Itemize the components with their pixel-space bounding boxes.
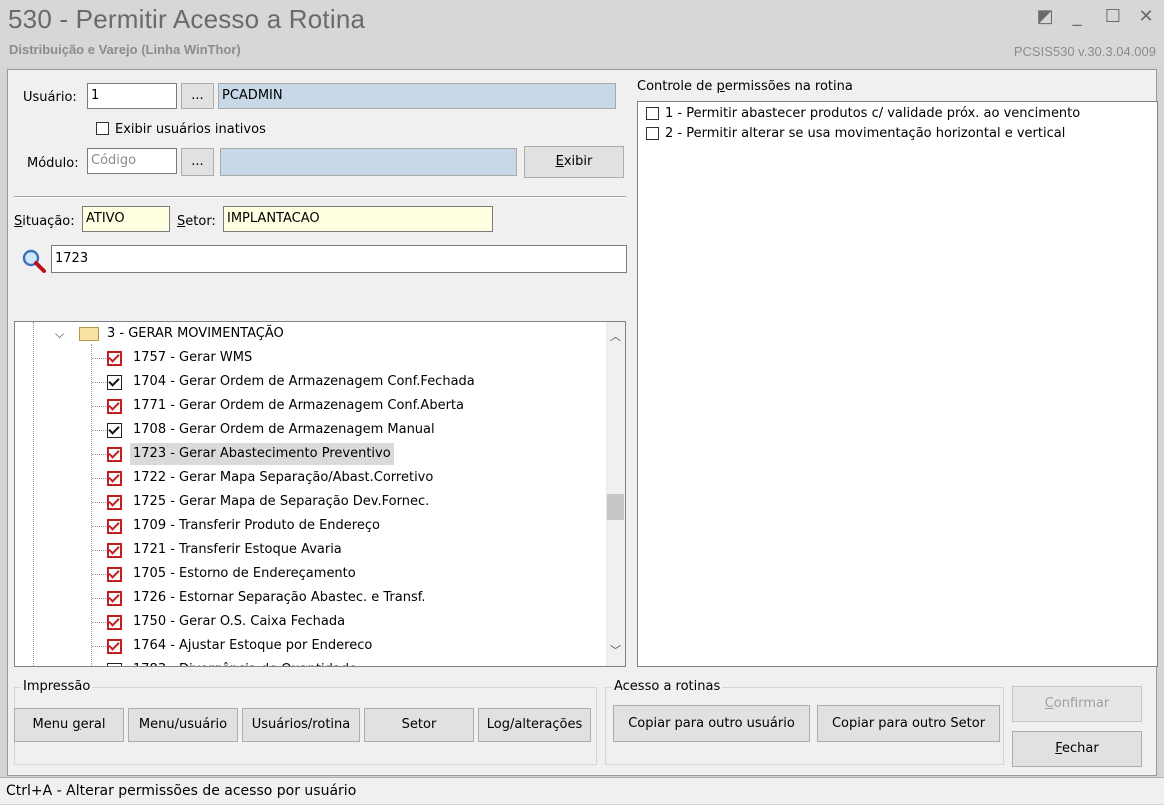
permission-item[interactable]: 1 - Permitir abastecer produtos c/ valid… (646, 104, 1080, 124)
access-group-title: Acesso a rotinas (612, 679, 723, 694)
tree-connector (92, 574, 106, 575)
tree-item-checkbox[interactable] (107, 519, 122, 534)
situation-field: ATIVO (82, 206, 170, 232)
tree-item-checkbox[interactable] (107, 615, 122, 630)
scroll-down-icon[interactable]: ﹀ (610, 642, 621, 658)
search-input[interactable]: 1723 (51, 245, 627, 273)
tree-item-checkbox[interactable] (107, 495, 122, 510)
setor-button[interactable]: Setor (364, 708, 474, 742)
permission-checkbox[interactable] (646, 107, 659, 120)
minimize-icon[interactable]: _ (1065, 6, 1089, 27)
user-name-field: PCADMIN (218, 83, 616, 109)
tree-item-label: 1722 - Gerar Mapa Separação/Abast.Corret… (133, 470, 434, 485)
tree-connector (92, 430, 106, 431)
tree-item-checkbox[interactable] (107, 351, 122, 366)
tree-connector (92, 526, 106, 527)
copy-to-sector-button[interactable]: Copiar para outro Setor (817, 705, 1000, 742)
tree-connector (92, 646, 106, 647)
tree-line (33, 322, 34, 666)
tree-scrollbar[interactable]: ︿ ﹀ (606, 322, 625, 666)
tree-item-label: 1750 - Gerar O.S. Caixa Fechada (133, 614, 346, 629)
show-button[interactable]: Exibir (524, 146, 624, 178)
tree-connector (92, 622, 106, 623)
maximize-icon[interactable]: ☐ (1101, 6, 1125, 27)
tree-item-checkbox[interactable] (107, 423, 122, 438)
scrollbar-thumb[interactable] (607, 494, 624, 520)
show-inactive-label: Exibir usuários inativos (115, 122, 266, 137)
sector-label: Setor: (177, 214, 216, 229)
tree-connector (92, 478, 106, 479)
tree-item-label: 1704 - Gerar Ordem de Armazenagem Conf.F… (133, 374, 475, 389)
user-code-input[interactable]: 1 (87, 83, 177, 109)
chevron-down-icon[interactable]: ⌵ (55, 322, 64, 346)
close-icon[interactable]: ✕ (1134, 6, 1158, 27)
module-name-field (220, 148, 517, 176)
folder-icon (79, 327, 99, 341)
close-button[interactable]: Fechar (1012, 731, 1142, 767)
tree-item-label: 1705 - Estorno de Endereçamento (133, 566, 356, 581)
menu-geral-button[interactable]: Menu geral (14, 708, 124, 742)
tree-item-checkbox[interactable] (107, 567, 122, 582)
permission-checkbox[interactable] (646, 127, 659, 140)
sector-field: IMPLANTACAO (223, 206, 493, 232)
restore-icon[interactable]: ◩ (1033, 6, 1057, 27)
tree-item-checkbox[interactable] (107, 639, 122, 654)
tree-connector (92, 406, 106, 407)
tree-connector (92, 358, 106, 359)
tree-item-label: 1764 - Ajustar Estoque por Endereco (133, 638, 373, 653)
tree-item-label: 1723 - Gerar Abastecimento Preventivo (130, 443, 394, 465)
tree-item-checkbox[interactable] (107, 591, 122, 606)
version-label: PCSIS530 v.30.3.04.009 (1013, 44, 1156, 59)
tree-item-checkbox[interactable] (107, 399, 122, 414)
tree-item-label: 1726 - Estornar Separação Abastec. e Tra… (133, 590, 426, 605)
tree-connector (92, 502, 106, 503)
confirm-button[interactable]: Confirmar (1012, 686, 1142, 722)
module-code-input[interactable]: Código (87, 148, 177, 174)
tree-folder-label: 3 - GERAR MOVIMENTAÇÃO (107, 326, 284, 341)
module-lookup-button[interactable]: ... (181, 148, 214, 176)
tree-connector (92, 550, 106, 551)
permissions-list[interactable]: 1 - Permitir abastecer produtos c/ valid… (637, 101, 1158, 667)
tree-item-label: 1757 - Gerar WMS (133, 350, 253, 365)
routine-tree[interactable]: ⌵ 3 - GERAR MOVIMENTAÇÃO 1757 - Gerar WM… (14, 321, 626, 667)
module-placeholder: Código (91, 153, 137, 168)
permission-label: 1 - Permitir abastecer produtos c/ valid… (665, 106, 1081, 121)
show-inactive-checkbox[interactable] (96, 122, 109, 135)
tree-item-label: 1721 - Transferir Estoque Avaria (133, 542, 342, 557)
search-icon[interactable] (20, 248, 48, 274)
tree-item-checkbox[interactable] (107, 663, 122, 666)
tree-item-label: 1725 - Gerar Mapa de Separação Dev.Forne… (133, 494, 430, 509)
show-button-label: xibir (563, 154, 593, 169)
copy-to-user-button[interactable]: Copiar para outro usuário (613, 705, 810, 742)
user-lookup-button[interactable]: ... (181, 83, 214, 109)
permission-label: 2 - Permitir alterar se usa movimentação… (665, 126, 1066, 141)
user-label: Usuário: (23, 90, 77, 105)
usuarios-rotina-button[interactable]: Usuários/rotina (242, 708, 360, 742)
tree-item-label: 1771 - Gerar Ordem de Armazenagem Conf.A… (133, 398, 464, 413)
tree-line (91, 344, 92, 666)
permissions-title: Controle de permissões na rotina (637, 79, 853, 94)
separator (14, 196, 626, 198)
window-subtitle: Distribuição e Varejo (Linha WinThor) (9, 42, 241, 57)
print-group-title: Impressão (21, 679, 93, 694)
tree-item-label: 1709 - Transferir Produto de Endereço (133, 518, 380, 533)
tree-item-checkbox[interactable] (107, 543, 122, 558)
tree-item-checkbox[interactable] (107, 471, 122, 486)
tree-item-label: 1783 - Divergência de Quantidade (130, 659, 360, 666)
situation-label: Situação: (14, 214, 75, 229)
tree-connector (92, 382, 106, 383)
module-label: Módulo: (27, 156, 79, 171)
status-bar: Ctrl+A - Alterar permissões de acesso po… (0, 777, 1164, 804)
tree-item-label: 1708 - Gerar Ordem de Armazenagem Manual (133, 422, 435, 437)
scroll-up-icon[interactable]: ︿ (610, 328, 621, 344)
menu-usuario-button[interactable]: Menu/usuário (128, 708, 238, 742)
tree-item-checkbox[interactable] (107, 447, 122, 462)
tree-item-checkbox[interactable] (107, 375, 122, 390)
permission-item[interactable]: 2 - Permitir alterar se usa movimentação… (646, 124, 1065, 144)
window-title: 530 - Permitir Acesso a Rotina (8, 4, 366, 34)
tree-connector (92, 454, 106, 455)
tree-connector (92, 598, 106, 599)
log-alteracoes-button[interactable]: Log/alterações (478, 708, 591, 742)
